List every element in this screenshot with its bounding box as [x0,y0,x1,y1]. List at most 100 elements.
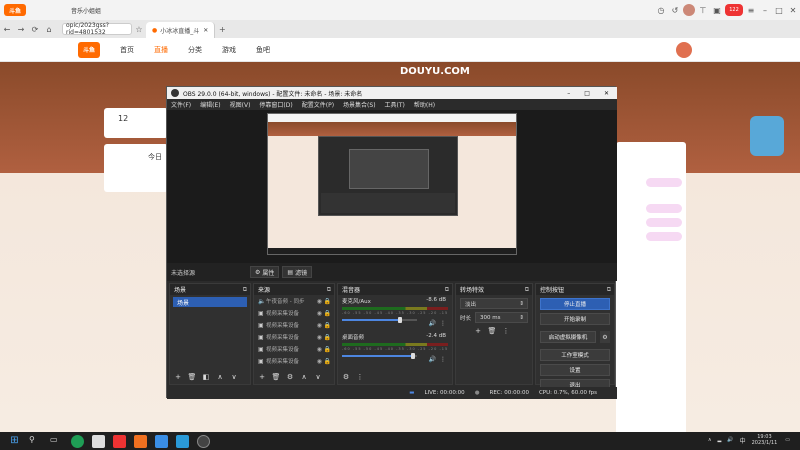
source-item[interactable]: ▣ 视频采集设备 ◉ 🔒 [254,343,334,355]
dock-float-icon[interactable]: ⧉ [327,286,331,294]
tab-close-icon[interactable]: ✕ [203,27,208,34]
tray-chevron-icon[interactable]: ∧ [708,437,712,443]
menu-tools[interactable]: 工具(T) [385,100,405,109]
obs-maximize-icon[interactable]: □ [584,90,590,97]
move-up-button[interactable]: ∧ [299,372,309,382]
windows-start-icon[interactable]: ⊞ [8,435,21,448]
nav-category[interactable]: 分类 [188,45,202,55]
settings-button[interactable]: 设置 [540,364,610,376]
edge-icon[interactable] [71,434,84,448]
vcam-settings-icon[interactable]: ⚙ [600,331,610,343]
move-down-button[interactable]: ∨ [313,372,323,382]
menu-help[interactable]: 帮助(H) [414,100,435,109]
volume-slider[interactable] [342,317,417,323]
address-bar[interactable]: opic/2023gss?rid=4801532 [62,22,132,36]
ime-indicator[interactable]: 中 [740,436,746,445]
nav-game[interactable]: 游戏 [222,45,236,55]
advanced-audio-button[interactable]: ⚙ [341,372,351,382]
search-icon[interactable]: ⚲ [29,435,42,448]
add-transition-button[interactable]: + [473,326,483,336]
speaker-icon[interactable]: 🔊 [429,320,436,327]
move-down-button[interactable]: ∨ [229,372,239,382]
menu-docks[interactable]: 停靠窗口(D) [259,100,292,109]
refresh-icon[interactable]: ⟳ [29,23,41,35]
scene-item[interactable]: 场景 [173,297,247,307]
mixer-menu-button[interactable]: ⋮ [355,372,365,382]
source-item[interactable]: ▣ 视频采集设备 ◉ 🔒 [254,355,334,367]
source-item[interactable]: 🔈 午夜音频 - 同步 ◉ 🔒 [254,295,334,307]
menu-edit[interactable]: 编辑(E) [200,100,220,109]
side-tag[interactable] [646,178,682,187]
home-icon[interactable]: ⌂ [43,23,55,35]
tab-active[interactable]: ● 小冰冰直播_斗 ✕ [146,22,216,38]
more-icon[interactable]: ⋮ [440,320,446,327]
obs-app-icon[interactable] [197,434,210,448]
properties-button[interactable]: ⚙ 属性 [250,266,280,278]
move-up-button[interactable]: ∧ [215,372,225,382]
filters-button[interactable]: ▤ 滤镜 [282,266,313,278]
new-tab-button[interactable]: + [216,23,228,35]
menu-icon[interactable]: ≡ [745,4,757,16]
preview-area[interactable] [167,110,617,263]
more-icon[interactable]: ⋮ [440,356,446,363]
remove-scene-button[interactable]: 🗑 [187,372,197,382]
dock-float-icon[interactable]: ⧉ [607,286,611,294]
stop-streaming-button[interactable]: 停止直播 [540,298,610,310]
side-tag[interactable] [646,232,682,241]
source-item[interactable]: ▣ 视频采集设备 ◉ 🔒 [254,319,334,331]
gift-icon[interactable]: ▣ [711,4,723,16]
nav-yuba[interactable]: 鱼吧 [256,45,270,55]
task-view-icon[interactable]: ▭ [50,435,63,448]
speaker-icon[interactable]: 🔊 [429,356,436,363]
user-avatar[interactable] [676,41,692,58]
notification-icon[interactable]: ▭ [785,437,790,443]
forward-icon[interactable]: → [15,23,27,35]
maximize-icon[interactable]: □ [773,4,785,16]
obs-minimize-icon[interactable]: – [567,90,570,97]
nav-live[interactable]: 直播 [154,45,168,55]
dock-float-icon[interactable]: ⧉ [525,286,529,294]
back-icon[interactable]: ← [1,23,13,35]
menu-scene-collection[interactable]: 场景集合(S) [343,100,376,109]
transition-select[interactable]: 淡出 ⇕ [460,298,528,309]
source-properties-button[interactable]: ⚙ [285,372,295,382]
add-scene-button[interactable]: + [173,372,183,382]
duration-field[interactable]: 300 ms ⇕ [475,312,528,323]
menu-profile[interactable]: 配置文件(P) [302,100,334,109]
volume-icon[interactable]: 🔊 [727,437,733,443]
nav-home[interactable]: 首页 [120,45,134,55]
clock[interactable]: 19:03 2023/1/11 [752,434,778,446]
browser-app-icon[interactable] [134,434,147,448]
star-icon[interactable]: ☆ [133,23,145,35]
volume-slider[interactable] [342,353,417,359]
app-icon[interactable] [155,434,168,448]
close-icon[interactable]: ✕ [787,4,799,16]
studio-mode-button[interactable]: 工作室模式 [540,349,610,361]
mascot-image[interactable] [750,116,784,156]
site-logo[interactable]: 斗鱼 [78,41,100,58]
virtual-camera-button[interactable]: 启动虚拟摄像机 [540,331,596,343]
avatar[interactable] [683,4,695,16]
badge-icon[interactable]: 122 [725,4,743,16]
clock-icon[interactable]: ◷ [655,4,667,16]
app-icon[interactable] [113,434,126,448]
scene-filters-button[interactable]: ◧ [201,372,211,382]
network-icon[interactable]: ▂ [718,437,722,443]
start-recording-button[interactable]: 开始录制 [540,313,610,325]
minimize-icon[interactable]: – [759,4,771,16]
transition-menu-button[interactable]: ⋮ [501,326,511,336]
store-icon[interactable] [92,434,105,448]
side-tag[interactable] [646,218,682,227]
menu-view[interactable]: 视图(V) [230,100,251,109]
add-source-button[interactable]: + [257,372,267,382]
app-icon[interactable] [176,434,189,448]
obs-close-icon[interactable]: ✕ [604,90,609,97]
side-tag[interactable] [646,204,682,213]
source-item[interactable]: ▣ 视频采集设备 ◉ 🔒 [254,307,334,319]
dock-float-icon[interactable]: ⧉ [243,286,247,294]
remove-transition-button[interactable]: 🗑 [487,326,497,336]
menu-file[interactable]: 文件(F) [171,100,191,109]
source-item[interactable]: ▣ 视频采集设备 ◉ 🔒 [254,331,334,343]
history-icon[interactable]: ↺ [669,4,681,16]
shirt-icon[interactable]: ⊤ [697,4,709,16]
